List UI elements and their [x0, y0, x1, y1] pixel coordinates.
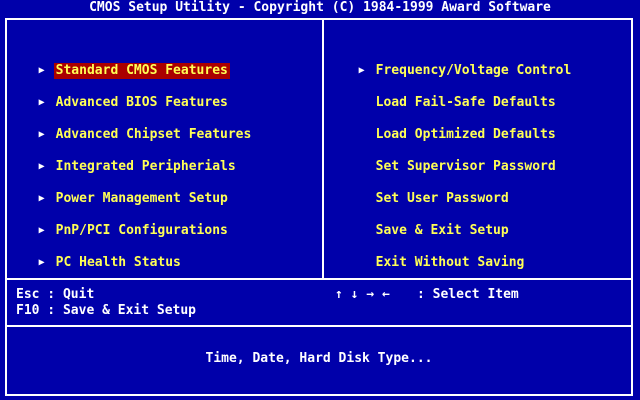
menu-item-label: Set User Password: [375, 191, 509, 206]
menu-item-label: Save & Exit Setup: [375, 223, 509, 238]
menu-item-load-optimized-defaults[interactable]: Load Optimized Defaults: [343, 111, 558, 142]
menu-item-label: Set Supervisor Password: [375, 159, 556, 174]
menu-item-exit-without-saving[interactable]: Exit Without Saving: [343, 239, 526, 270]
arrow-keys-icon: ↑ ↓ → ←: [335, 287, 390, 302]
triangle-right-icon: ▶: [38, 97, 45, 108]
menu-item-load-fail-safe-defaults[interactable]: Load Fail-Safe Defaults: [343, 79, 558, 110]
triangle-right-icon: ▶: [38, 225, 45, 236]
menu-item-save-exit-setup[interactable]: Save & Exit Setup: [343, 207, 511, 238]
menu-item-label: PC Health Status: [55, 255, 181, 270]
menu-item-label: Power Management Setup: [55, 191, 228, 206]
menu-item-integrated-peripherials[interactable]: ▶ Integrated Peripherials: [23, 143, 238, 174]
triangle-right-icon: ▶: [358, 65, 365, 76]
hint-select-item: : Select Item: [417, 287, 519, 302]
menu-item-label: PnP/PCI Configurations: [55, 223, 228, 238]
menu-item-set-supervisor-password[interactable]: Set Supervisor Password: [343, 143, 558, 174]
triangle-right-icon: ▶: [38, 65, 45, 76]
hint-f10-save-exit: F10 : Save & Exit Setup: [16, 303, 197, 318]
status-divider: [5, 325, 633, 327]
hint-divider: [5, 278, 633, 280]
triangle-right-icon: ▶: [38, 161, 45, 172]
menu-item-advanced-chipset-features[interactable]: ▶ Advanced Chipset Features: [23, 111, 253, 142]
menu-item-label: Frequency/Voltage Control: [375, 63, 572, 78]
menu-item-label: Integrated Peripherials: [55, 159, 236, 174]
triangle-right-icon: ▶: [38, 193, 45, 204]
triangle-right-icon: ▶: [38, 129, 45, 140]
menu-item-label: Advanced BIOS Features: [55, 95, 228, 110]
menu-item-label: Load Optimized Defaults: [375, 127, 556, 142]
menu-item-label: Load Fail-Safe Defaults: [375, 95, 556, 110]
menu-item-power-management-setup[interactable]: ▶ Power Management Setup: [23, 175, 230, 206]
menu-item-pc-health-status[interactable]: ▶ PC Health Status: [23, 239, 183, 270]
menu-item-label: Exit Without Saving: [375, 255, 525, 270]
menu-item-label: Standard CMOS Features: [53, 63, 230, 79]
menu-item-frequency-voltage-control[interactable]: ▶ Frequency/Voltage Control: [343, 47, 573, 78]
window-title: CMOS Setup Utility - Copyright (C) 1984-…: [89, 0, 551, 15]
triangle-right-icon: ▶: [38, 257, 45, 268]
column-divider: [322, 20, 324, 279]
menu-item-set-user-password[interactable]: Set User Password: [343, 175, 511, 206]
menu-item-standard-cmos-features[interactable]: ▶ Standard CMOS Features: [23, 47, 230, 79]
menu-item-pnp-pci-configurations[interactable]: ▶ PnP/PCI Configurations: [23, 207, 230, 238]
hint-esc-quit: Esc : Quit: [16, 287, 95, 302]
menu-item-advanced-bios-features[interactable]: ▶ Advanced BIOS Features: [23, 79, 230, 110]
menu-item-label: Advanced Chipset Features: [55, 127, 252, 142]
status-help-text: Time, Date, Hard Disk Type...: [205, 351, 433, 366]
